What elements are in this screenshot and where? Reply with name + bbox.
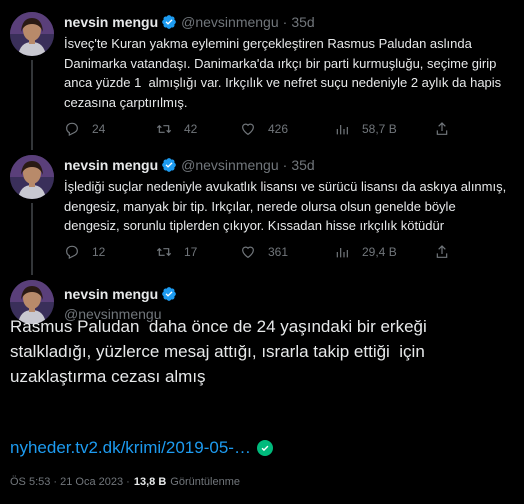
main-tweet-link-row: nyheder.tv2.dk/krimi/2019-05-… <box>10 438 273 458</box>
like-button[interactable]: 361 <box>240 242 288 262</box>
views-label: Görüntülenme <box>170 476 240 488</box>
tweet-time[interactable]: 35d <box>291 14 314 30</box>
tweet-actions: 24 42 426 58,7 B <box>64 119 484 139</box>
share-icon <box>436 245 448 258</box>
analytics-icon <box>336 125 348 135</box>
verified-badge-icon <box>162 15 176 29</box>
display-name[interactable]: nevsin mengu <box>64 157 158 173</box>
views-button[interactable]: 29,4 B <box>334 242 397 262</box>
share-button[interactable] <box>434 242 450 262</box>
verified-badge-icon <box>162 287 176 301</box>
analytics-icon <box>336 248 348 258</box>
reply-button[interactable]: 12 <box>64 242 105 262</box>
handle[interactable]: @nevsinmengu <box>181 157 279 173</box>
retweet-button[interactable]: 17 <box>156 242 197 262</box>
tweet-timestamp[interactable]: ÖS 5:53 · 21 Oca 2023 · <box>10 476 130 488</box>
tweet-time[interactable]: 35d <box>291 157 314 173</box>
view-count: 29,4 B <box>362 245 397 259</box>
thread-connector-line <box>31 60 33 150</box>
retweet-count: 42 <box>184 122 198 136</box>
tweet-actions: 12 17 361 29,4 B <box>64 242 484 262</box>
separator-dot: · <box>282 14 288 30</box>
reply-icon <box>66 122 78 136</box>
heart-icon <box>242 246 254 259</box>
view-count: 58,7 B <box>362 122 397 136</box>
share-button[interactable] <box>434 119 450 139</box>
retweet-icon <box>156 247 172 257</box>
main-tweet-text: Rasmus Paludan daha önce de 24 yaşındaki… <box>10 317 427 386</box>
reply-count: 12 <box>92 245 106 259</box>
reply-button[interactable]: 24 <box>64 119 105 139</box>
tweet-text: İsveç'te Kuran yakma eylemini gerçekleşt… <box>64 36 502 110</box>
display-name[interactable]: nevsin mengu <box>64 286 158 302</box>
external-link[interactable]: nyheder.tv2.dk/krimi/2019-05-… <box>10 438 251 458</box>
verified-badge-icon <box>162 158 176 172</box>
retweet-count: 17 <box>184 245 198 259</box>
like-button[interactable]: 426 <box>240 119 288 139</box>
tweet-header: nevsin mengu @nevsinmengu · 35d <box>64 12 315 32</box>
like-count: 361 <box>268 245 289 259</box>
display-name[interactable]: nevsin mengu <box>64 14 158 30</box>
reply-icon <box>66 245 78 259</box>
share-icon <box>436 122 448 135</box>
handle[interactable]: @nevsinmengu <box>181 14 279 30</box>
tweet-header: nevsin mengu @nevsinmengu · 35d <box>64 155 315 175</box>
main-tweet-meta: ÖS 5:53 · 21 Oca 2023 · 13,8 B Görüntüle… <box>10 476 240 488</box>
heart-icon <box>242 123 254 136</box>
avatar[interactable] <box>10 155 54 199</box>
thread-tweet-2[interactable]: nevsin mengu @nevsinmengu · 35d İşlediği… <box>0 155 524 275</box>
views-count: 13,8 B <box>133 476 167 488</box>
retweet-button[interactable]: 42 <box>156 119 197 139</box>
like-count: 426 <box>268 122 289 136</box>
retweet-icon <box>156 124 172 134</box>
check-circle-icon <box>256 440 273 456</box>
thread-connector-line <box>31 203 33 275</box>
avatar[interactable] <box>10 12 54 56</box>
reply-count: 24 <box>92 122 106 136</box>
separator-dot: · <box>282 157 288 173</box>
thread-tweet-1[interactable]: nevsin mengu @nevsinmengu · 35d İsveç'te… <box>0 12 524 150</box>
views-button[interactable]: 58,7 B <box>334 119 397 139</box>
tweet-text: İşlediği suçlar nedeniyle avukatlık lisa… <box>64 179 507 233</box>
